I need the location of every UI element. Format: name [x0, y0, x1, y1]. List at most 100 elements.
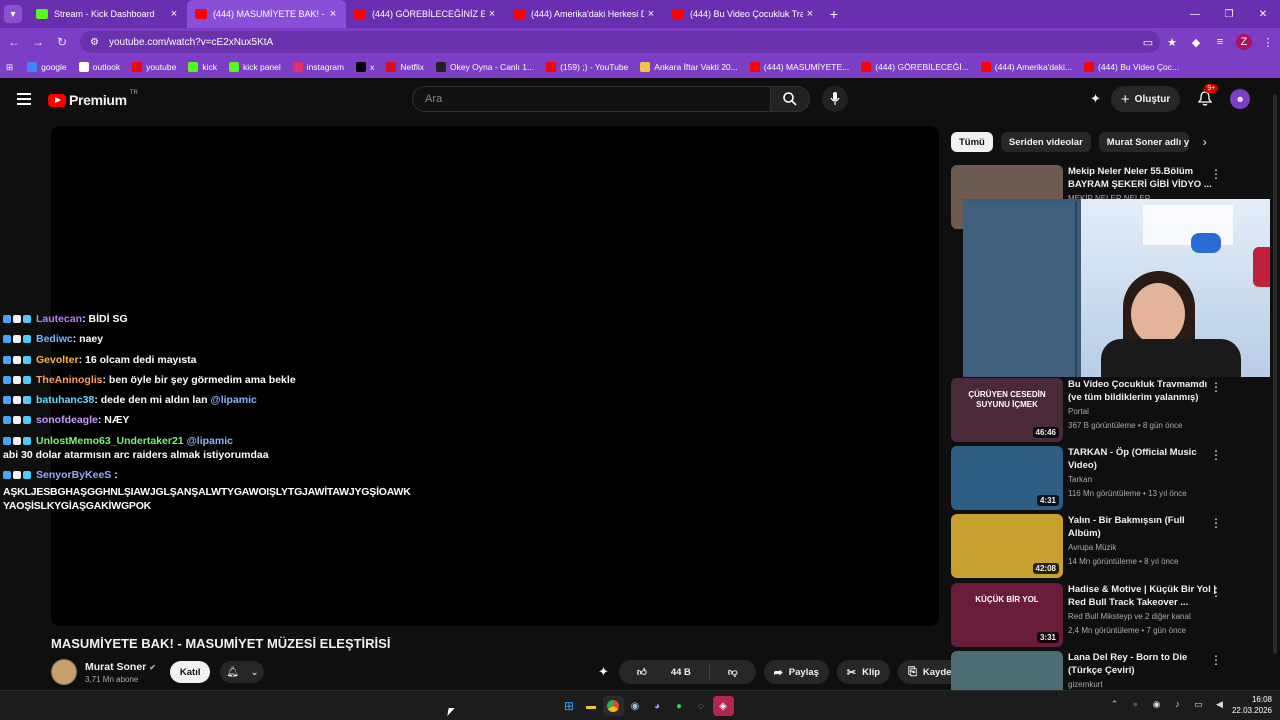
file-explorer-icon[interactable]: ▬: [581, 696, 602, 716]
video-channel[interactable]: Tarkan: [1068, 475, 1092, 484]
bookmark-item[interactable]: x: [356, 62, 374, 72]
recommended-video[interactable]: KÜÇÜK BİR YOL 3:31 Hadise & Motive | Küçük…: [951, 583, 1241, 647]
video-title[interactable]: TARKAN - Öp (Official Music Video): [1068, 446, 1218, 472]
video-title[interactable]: Hadise & Motive | Küçük Bir Yol | Red Bu…: [1068, 583, 1218, 609]
close-window-icon[interactable]: ✕: [1246, 0, 1280, 28]
bookmark-item[interactable]: (444) Amerika'daki...: [980, 62, 1072, 72]
scrollbar-thumb[interactable]: [1273, 94, 1277, 654]
chrome-icon[interactable]: [602, 696, 624, 716]
browser-tab[interactable]: (444) Bu Video Çocukluk Travm×: [664, 0, 823, 28]
video-title[interactable]: Bu Video Çocukluk Travmamdı (ve tüm bild…: [1068, 378, 1218, 404]
chip-channel[interactable]: Murat Soner adlı yükl: [1098, 132, 1189, 152]
share-button[interactable]: ➦ Paylaş: [763, 660, 829, 684]
close-tab-icon[interactable]: ×: [644, 8, 658, 20]
channel-avatar[interactable]: [51, 659, 77, 685]
close-tab-icon[interactable]: ×: [485, 8, 499, 20]
voice-search-button[interactable]: [822, 86, 848, 112]
recommended-video[interactable]: ÇÜRÜYEN CESEDİN SUYUNU İÇMEK 46:46 Bu Vide…: [951, 378, 1241, 442]
apps-icon[interactable]: ⊞: [6, 62, 13, 73]
bookmark-item[interactable]: google: [27, 62, 67, 72]
more-options-icon[interactable]: ⋮: [1210, 448, 1222, 462]
video-thumbnail[interactable]: KÜÇÜK BİR YOL 3:31: [951, 583, 1063, 647]
video-channel[interactable]: Avrupa Müzik: [1068, 543, 1116, 552]
notifications-button[interactable]: 9+: [1194, 84, 1219, 110]
subscription-bell-button[interactable]: 🔔︎ ⌄: [220, 661, 265, 683]
video-title[interactable]: Mekip Neler Neler 55.Bölüm BAYRAM ŞEKERİ…: [1068, 165, 1218, 191]
minimize-icon[interactable]: —: [1178, 0, 1212, 28]
youtube-premium-logo[interactable]: Premium TR: [48, 90, 138, 108]
profile-avatar[interactable]: Z: [1236, 34, 1252, 50]
bookmark-item[interactable]: Okey Oyna - Canlı 1...: [435, 62, 534, 72]
restore-icon[interactable]: ❐: [1212, 0, 1246, 28]
microphone-tray-icon[interactable]: ♪: [1167, 699, 1188, 710]
network-icon[interactable]: ▭: [1188, 699, 1209, 710]
create-button[interactable]: + Oluştur: [1110, 86, 1181, 112]
close-tab-icon[interactable]: ×: [803, 8, 817, 20]
bookmark-item[interactable]: (444) GÖREBİLECEĞİ...: [861, 62, 969, 72]
site-info-icon[interactable]: ⚙: [90, 37, 99, 48]
chip-series[interactable]: Seriden videolar: [1000, 132, 1091, 152]
system-clock[interactable]: 16:08 22.03.2026: [1226, 694, 1272, 716]
chip-all[interactable]: Tümü: [951, 132, 993, 152]
browser-tab[interactable]: (444) Amerika'daki Herkesi Ded×: [505, 0, 664, 28]
forward-icon[interactable]: →: [26, 35, 50, 49]
bookmark-item[interactable]: kick panel: [228, 62, 281, 72]
clip-button[interactable]: ✂ Klip: [836, 660, 891, 684]
tray-app-icon[interactable]: ●: [1125, 699, 1146, 710]
recommended-video[interactable]: 42:08 Yalın - Bir Bakmışsın (Full Albüm) A…: [951, 514, 1241, 578]
windows-start-icon[interactable]: ⊞: [559, 696, 580, 716]
more-options-icon[interactable]: ⋮: [1210, 167, 1222, 181]
account-avatar[interactable]: ☻: [1230, 89, 1251, 109]
like-button[interactable]: 👍︎ 44 B: [619, 660, 709, 684]
bookmark-item[interactable]: Netflix: [386, 62, 424, 72]
tab-search-button[interactable]: ▾: [4, 5, 22, 23]
browser-menu-icon[interactable]: ⋮: [1256, 36, 1280, 49]
search-input[interactable]: Ara: [412, 86, 771, 112]
bookmark-item[interactable]: (444) MASUMİYETE...: [749, 62, 849, 72]
bookmark-item[interactable]: (444) Bu Video Çoc...: [1084, 62, 1179, 72]
bookmark-star-icon[interactable]: ★: [1160, 36, 1184, 49]
discord-icon[interactable]: ◕: [647, 696, 668, 716]
join-button[interactable]: Katıl: [169, 661, 211, 683]
studio-icon[interactable]: ✦: [1090, 91, 1101, 107]
new-tab-button[interactable]: +: [823, 6, 845, 22]
video-channel[interactable]: Portal: [1068, 407, 1089, 416]
more-options-icon[interactable]: ⋮: [1210, 516, 1222, 530]
reading-list-icon[interactable]: ≡: [1208, 36, 1232, 48]
app-icon[interactable]: ◌: [691, 696, 712, 716]
more-options-icon[interactable]: ⋮: [1210, 653, 1222, 667]
more-options-icon[interactable]: ⋮: [1210, 585, 1222, 599]
spotify-icon[interactable]: ●: [669, 696, 690, 716]
bookmark-item[interactable]: (159) ;) - YouTube: [546, 62, 628, 72]
cast-icon[interactable]: ▭: [1136, 36, 1160, 49]
steam-icon[interactable]: ◉: [625, 696, 646, 716]
page-scrollbar[interactable]: [1270, 80, 1280, 690]
video-thumbnail[interactable]: ÇÜRÜYEN CESEDİN SUYUNU İÇMEK 46:46: [951, 378, 1063, 442]
video-thumbnail[interactable]: 42:08: [951, 514, 1063, 578]
chevron-up-icon[interactable]: ⌃: [1104, 699, 1125, 710]
video-channel[interactable]: Red Bull Miksteyp ve 2 diğer kanal: [1068, 612, 1191, 621]
search-button[interactable]: [770, 86, 810, 112]
extensions-icon[interactable]: ◆: [1184, 36, 1208, 49]
sparkle-icon[interactable]: ✦: [598, 664, 609, 680]
dislike-button[interactable]: 👎︎: [710, 660, 756, 684]
steam-tray-icon[interactable]: ◉: [1146, 699, 1167, 710]
chevron-right-icon[interactable]: ›: [1203, 135, 1207, 149]
video-title[interactable]: Yalın - Bir Bakmışsın (Full Albüm): [1068, 514, 1218, 540]
bookmark-item[interactable]: instagram: [292, 62, 344, 72]
back-icon[interactable]: ←: [2, 35, 26, 49]
video-channel[interactable]: gizemkurt: [1068, 680, 1103, 689]
browser-tab[interactable]: (444) GÖREBİLECEĞİNİZ EN ŞEY×: [346, 0, 505, 28]
more-options-icon[interactable]: ⋮: [1210, 380, 1222, 394]
recommended-video[interactable]: 4:31 TARKAN - Öp (Official Music Video) Ta…: [951, 446, 1241, 510]
close-tab-icon[interactable]: ×: [326, 8, 340, 20]
bookmark-item[interactable]: Ankara İftar Vakti 20...: [640, 62, 738, 72]
bookmark-item[interactable]: kick: [188, 62, 217, 72]
browser-tab[interactable]: Stream - Kick Dashboard ×: [28, 0, 187, 28]
video-thumbnail[interactable]: 4:31: [951, 446, 1063, 510]
reload-icon[interactable]: ↻: [50, 35, 74, 49]
bookmark-item[interactable]: outlook: [78, 62, 120, 72]
close-tab-icon[interactable]: ×: [167, 8, 181, 20]
bookmark-item[interactable]: youtube: [132, 62, 176, 72]
video-title[interactable]: Lana Del Rey - Born to Die (Türkçe Çevir…: [1068, 651, 1218, 677]
